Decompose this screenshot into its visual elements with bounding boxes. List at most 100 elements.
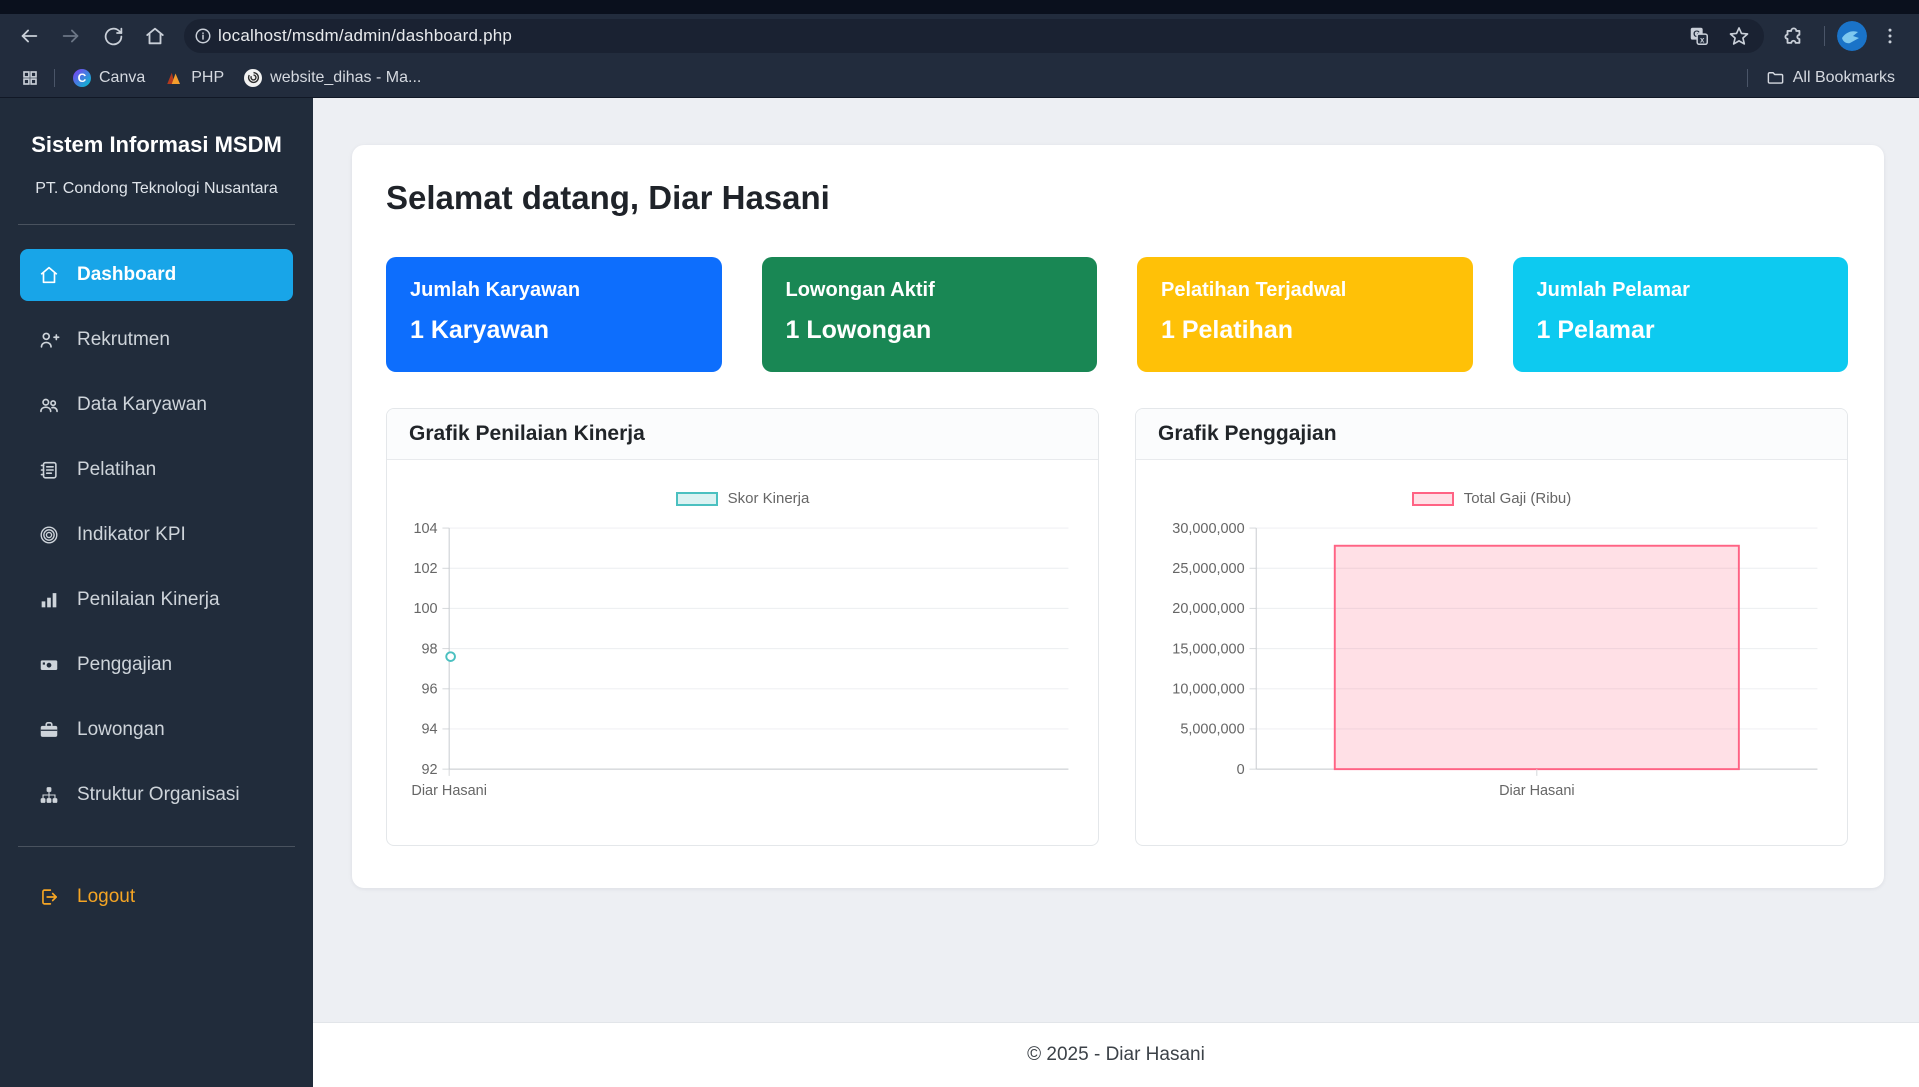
bookmark-label: website_dihas - Ma...: [270, 69, 421, 87]
app-title: Sistem Informasi MSDM: [20, 132, 293, 158]
svg-text:25,000,000: 25,000,000: [1172, 561, 1244, 577]
bookmarks-bar: C Canva PHP website_dihas - Ma... All Bo…: [0, 58, 1919, 98]
chart-title: Grafik Penilaian Kinerja: [387, 409, 1098, 460]
sidebar-item-label: Dashboard: [77, 264, 176, 286]
stat-card-lowongan-aktif: Lowongan Aktif 1 Lowongan: [762, 257, 1098, 372]
person-plus-icon: [38, 329, 60, 351]
svg-text:x: x: [1700, 35, 1705, 44]
address-bar[interactable]: localhost/msdm/admin/dashboard.php G x: [184, 19, 1764, 53]
sidebar-item-lowongan[interactable]: Lowongan: [20, 704, 293, 756]
svg-text:0: 0: [1237, 762, 1245, 778]
org-chart-icon: [38, 784, 60, 806]
stat-card-title: Jumlah Karyawan: [410, 279, 698, 302]
dashboard-card: Selamat datang, Diar Hasani Jumlah Karya…: [352, 145, 1884, 888]
sidebar-item-label: Penilaian Kinerja: [77, 589, 220, 611]
website-dihas-favicon: [244, 69, 262, 87]
sidebar-item-data-karyawan[interactable]: Data Karyawan: [20, 379, 293, 431]
apps-grid-icon: [21, 69, 39, 87]
sidebar-item-indikator-kpi[interactable]: Indikator KPI: [20, 509, 293, 561]
people-icon: [38, 394, 60, 416]
performance-line-chart: 92949698100102104Diar Hasani: [405, 515, 1080, 815]
stat-card-value: 1 Pelamar: [1537, 316, 1825, 345]
stat-card-value: 1 Pelatihan: [1161, 316, 1449, 345]
page-footer: © 2025 - Diar Hasani: [313, 1022, 1919, 1087]
translate-button[interactable]: G x: [1680, 19, 1718, 53]
svg-text:100: 100: [413, 601, 437, 617]
sidebar-item-penggajian[interactable]: Penggajian: [20, 639, 293, 691]
apps-grid-button[interactable]: [14, 63, 46, 93]
target-icon: [38, 524, 60, 546]
svg-text:5,000,000: 5,000,000: [1180, 722, 1244, 738]
svg-text:92: 92: [422, 762, 438, 778]
star-icon: [1728, 25, 1750, 47]
back-button[interactable]: [10, 19, 48, 53]
sidebar-item-logout[interactable]: Logout: [20, 871, 293, 923]
svg-text:94: 94: [422, 722, 438, 738]
profile-avatar[interactable]: [1837, 21, 1867, 51]
svg-text:96: 96: [422, 682, 438, 698]
svg-text:98: 98: [422, 641, 438, 657]
site-info-icon[interactable]: [188, 22, 218, 50]
bookmarks-separator: [1747, 69, 1748, 87]
logout-icon: [38, 886, 60, 908]
stat-card-value: 1 Lowongan: [786, 316, 1074, 345]
canva-favicon: C: [73, 69, 91, 87]
stat-card-jumlah-pelamar: Jumlah Pelamar 1 Pelamar: [1513, 257, 1849, 372]
browser-menu-button[interactable]: [1871, 19, 1909, 53]
svg-text:30,000,000: 30,000,000: [1172, 521, 1244, 537]
chart-card-penilaian-kinerja: Grafik Penilaian Kinerja Skor Kinerja 92…: [386, 408, 1099, 846]
bookmark-website-dihas[interactable]: website_dihas - Ma...: [234, 63, 431, 93]
home-icon: [38, 264, 60, 286]
legend-label: Skor Kinerja: [728, 490, 810, 507]
sidebar-item-label: Pelatihan: [77, 459, 156, 481]
stat-card-value: 1 Karyawan: [410, 316, 698, 345]
footer-text: © 2025 - Diar Hasani: [1027, 1044, 1205, 1066]
url-text[interactable]: localhost/msdm/admin/dashboard.php: [218, 26, 1680, 46]
sidebar-item-label: Struktur Organisasi: [77, 784, 240, 806]
sidebar-item-label: Data Karyawan: [77, 394, 207, 416]
cash-icon: [38, 654, 60, 676]
sidebar-item-penilaian-kinerja[interactable]: Penilaian Kinerja: [20, 574, 293, 626]
reload-button[interactable]: [94, 19, 132, 53]
sidebar-divider: [18, 224, 295, 225]
back-icon: [18, 25, 40, 47]
legend-swatch: [1412, 492, 1454, 506]
sidebar-divider: [18, 846, 295, 847]
all-bookmarks-button[interactable]: All Bookmarks: [1756, 63, 1905, 93]
forward-button[interactable]: [52, 19, 90, 53]
journal-icon: [38, 459, 60, 481]
sidebar-item-rekrutmen[interactable]: Rekrutmen: [20, 314, 293, 366]
bookmark-canva[interactable]: C Canva: [63, 63, 155, 93]
sidebar-item-label: Rekrutmen: [77, 329, 170, 351]
company-name: PT. Condong Teknologi Nusantara: [20, 180, 293, 198]
bookmark-star-button[interactable]: [1720, 19, 1758, 53]
php-favicon: [165, 69, 183, 87]
bookmarks-separator: [54, 69, 55, 87]
home-button[interactable]: [136, 19, 174, 53]
home-icon: [144, 25, 166, 47]
translate-icon: G x: [1688, 25, 1710, 47]
chart-legend[interactable]: Skor Kinerja: [405, 490, 1080, 507]
stat-card-title: Jumlah Pelamar: [1537, 279, 1825, 302]
bookmark-php[interactable]: PHP: [155, 63, 234, 93]
window-titlebar: [0, 0, 1919, 14]
stat-card-jumlah-karyawan: Jumlah Karyawan 1 Karyawan: [386, 257, 722, 372]
briefcase-icon: [38, 719, 60, 741]
sidebar: Sistem Informasi MSDM PT. Condong Teknol…: [0, 98, 313, 1087]
sidebar-item-dashboard[interactable]: Dashboard: [20, 249, 293, 301]
kebab-menu-icon: [1880, 26, 1900, 46]
svg-text:104: 104: [413, 521, 437, 537]
sidebar-item-pelatihan[interactable]: Pelatihan: [20, 444, 293, 496]
stat-card-row: Jumlah Karyawan 1 Karyawan Lowongan Akti…: [386, 257, 1848, 372]
chart-legend[interactable]: Total Gaji (Ribu): [1154, 490, 1829, 507]
sidebar-item-label: Lowongan: [77, 719, 165, 741]
bookmark-label: PHP: [191, 69, 224, 87]
stat-card-title: Pelatihan Terjadwal: [1161, 279, 1449, 302]
sidebar-item-struktur-organisasi[interactable]: Struktur Organisasi: [20, 769, 293, 821]
extensions-button[interactable]: [1774, 19, 1812, 53]
reload-icon: [103, 26, 124, 47]
folder-icon: [1766, 68, 1785, 87]
charts-row: Grafik Penilaian Kinerja Skor Kinerja 92…: [386, 408, 1848, 846]
sidebar-item-label: Indikator KPI: [77, 524, 186, 546]
svg-text:Diar Hasani: Diar Hasani: [411, 783, 487, 799]
